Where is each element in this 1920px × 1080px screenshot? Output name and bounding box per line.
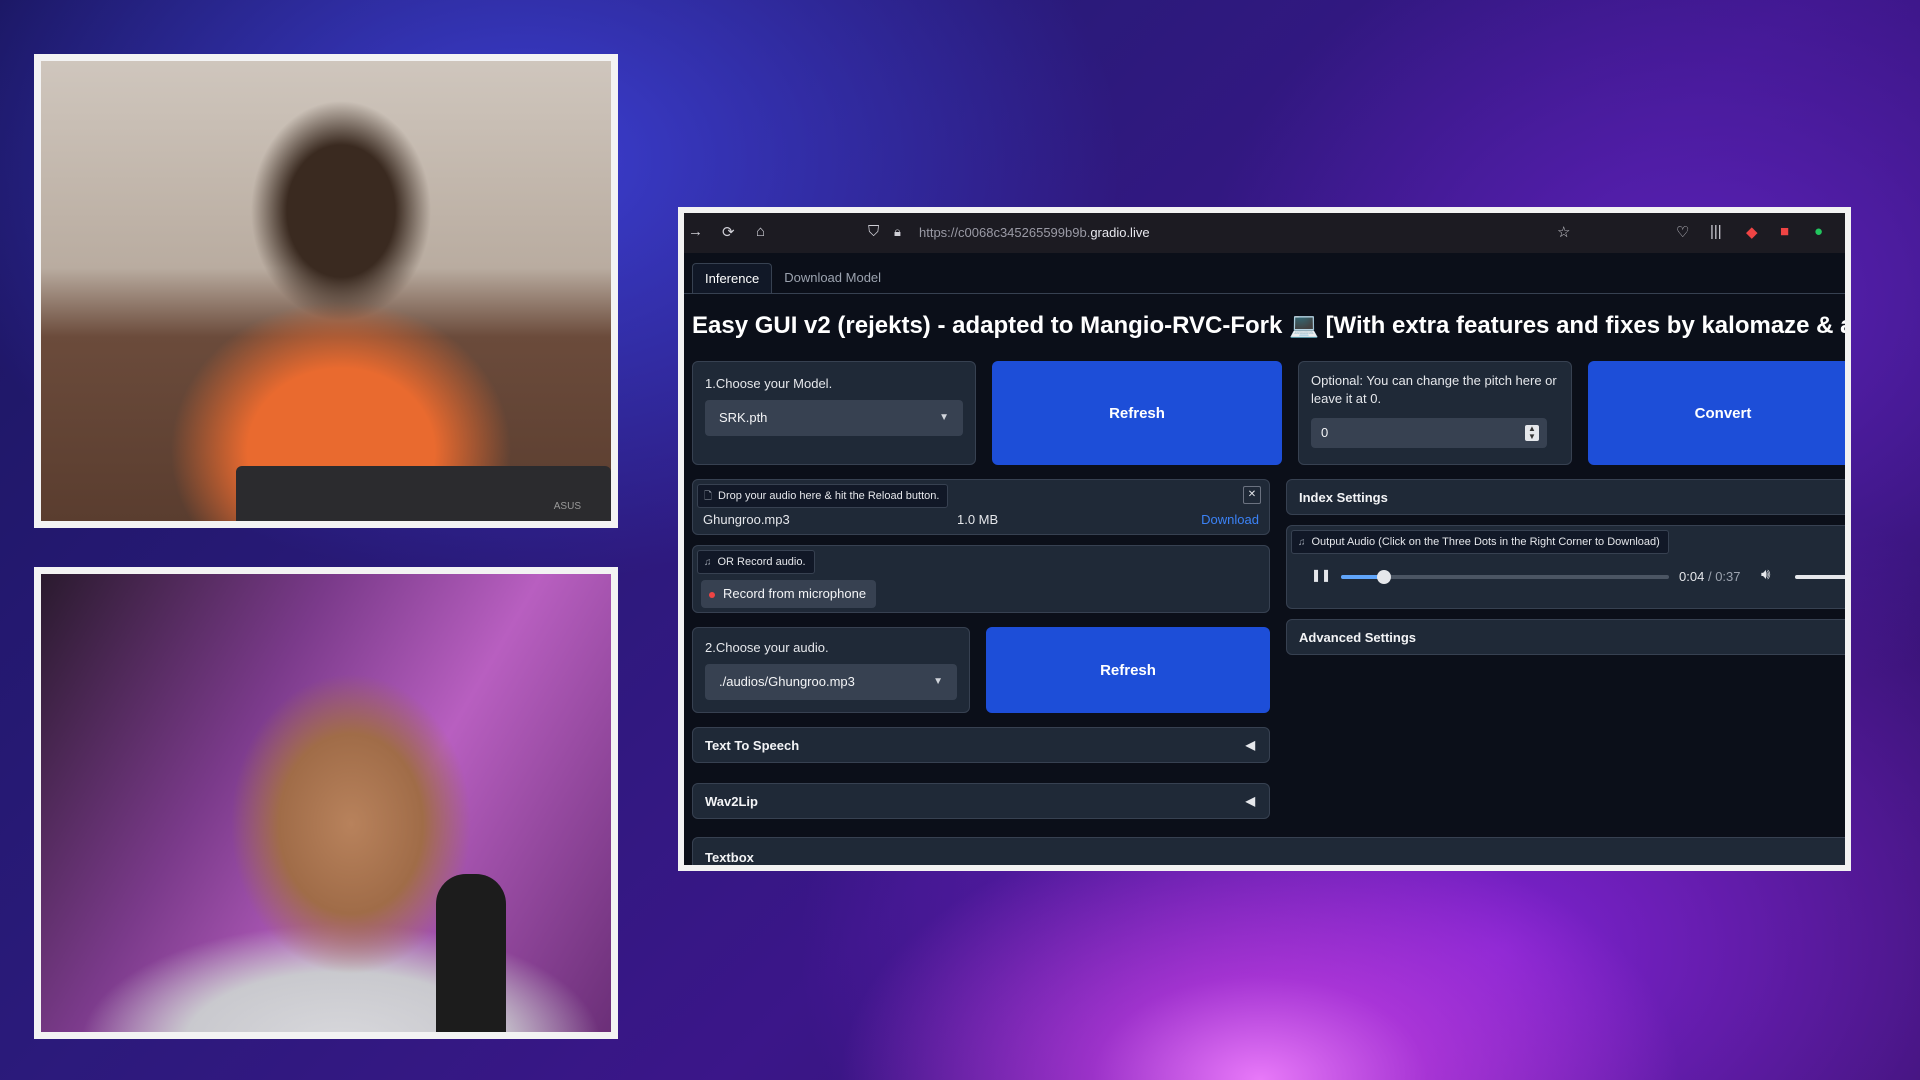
model-selected: SRK.pth: [719, 410, 768, 425]
text-to-speech-label: Text To Speech: [705, 737, 800, 753]
close-icon[interactable]: ✕: [1243, 486, 1261, 504]
browser-window: → ⟳ ⌂ ⛉ 🔒︎ https://c0068c345265599b9b.gr…: [678, 207, 1851, 871]
pause-icon[interactable]: ❚❚: [1311, 568, 1331, 582]
model-panel: 1.Choose your Model. SRK.pth ▼: [692, 361, 976, 465]
record-label: ♫ OR Record audio.: [697, 550, 815, 574]
record-panel: ♫ OR Record audio. Record from microphone: [692, 545, 1270, 613]
audio-dropdown[interactable]: ./audios/Ghungroo.mp3 ▼: [705, 664, 957, 700]
home-icon[interactable]: ⌂: [756, 223, 765, 240]
microphone: [436, 874, 506, 1032]
grammarly-icon[interactable]: ●: [1814, 223, 1823, 240]
refresh-audio-button[interactable]: Refresh: [986, 627, 1270, 713]
page-title: Easy GUI v2 (rejekts) - adapted to Mangi…: [692, 312, 1851, 339]
music-note-icon: ♫: [704, 557, 712, 568]
text-to-speech-accordion[interactable]: Text To Speech ◀: [692, 727, 1270, 763]
collapse-triangle-icon: ◀: [1245, 738, 1255, 752]
volume-slider[interactable]: [1795, 575, 1845, 579]
wav2lip-accordion[interactable]: Wav2Lip ◀: [692, 783, 1270, 819]
output-audio-label: ♫ Output Audio (Click on the Three Dots i…: [1291, 530, 1669, 554]
bookmark-star-icon[interactable]: ☆: [1557, 223, 1570, 241]
index-settings-accordion[interactable]: Index Settings: [1286, 479, 1845, 515]
audio-select-panel: 2.Choose your audio. ./audios/Ghungroo.m…: [692, 627, 970, 713]
audio-upload-panel[interactable]: 🗋 Drop your audio here & hit the Reload b…: [692, 479, 1270, 535]
pitch-label: Optional: You can change the pitch here …: [1311, 373, 1557, 406]
pitch-value: 0: [1321, 425, 1329, 440]
audio-file-size: 1.0 MB: [957, 512, 999, 527]
shield-icon[interactable]: ⛉: [868, 223, 879, 240]
forward-icon[interactable]: →: [688, 223, 703, 240]
record-from-microphone-button[interactable]: Record from microphone: [701, 580, 877, 608]
gradio-app: Inference Download Model Easy GUI v2 (re…: [684, 253, 1845, 865]
tab-inference[interactable]: Inference: [692, 263, 773, 294]
browser-toolbar: → ⟳ ⌂ ⛉ 🔒︎ https://c0068c345265599b9b.gr…: [684, 213, 1845, 253]
file-icon: 🗋: [704, 491, 713, 502]
extension-red-icon[interactable]: ◆: [1746, 223, 1758, 241]
laptop-logo: ASUS: [553, 501, 581, 512]
advanced-settings-accordion[interactable]: Advanced Settings: [1286, 619, 1845, 655]
address-bar[interactable]: https://c0068c345265599b9b.gradio.live: [919, 225, 1150, 240]
audio-download-link[interactable]: Download: [1201, 512, 1259, 527]
model-label: 1.Choose your Model.: [705, 376, 833, 391]
webcam-feed-bottom: [34, 567, 618, 1039]
pitch-panel: Optional: You can change the pitch here …: [1298, 361, 1572, 465]
extension-badge-icon[interactable]: ■: [1780, 223, 1789, 240]
audio-upload-label: 🗋 Drop your audio here & hit the Reload b…: [697, 484, 949, 508]
volume-level: [1795, 575, 1845, 579]
record-dot-icon: [709, 591, 715, 598]
audio-seek-bar[interactable]: [1341, 570, 1669, 584]
music-note-icon: ♫: [1298, 537, 1306, 548]
chevron-down-icon: ▼: [933, 676, 943, 687]
textbox-label: Textbox: [705, 850, 754, 865]
url-prefix: https://c0068c345265599b9b.: [919, 225, 1091, 240]
tab-bar: Inference Download Model: [692, 263, 893, 294]
library-icon[interactable]: |||: [1710, 223, 1722, 240]
audio-selected: ./audios/Ghungroo.mp3: [719, 674, 855, 689]
webcam-feed-top: ASUS: [34, 54, 618, 528]
tab-divider: [684, 293, 1845, 294]
model-dropdown[interactable]: SRK.pth ▼: [705, 400, 963, 436]
current-time: 0:04: [1679, 569, 1705, 584]
lock-icon[interactable]: 🔒︎: [894, 224, 901, 240]
refresh-model-button[interactable]: Refresh: [992, 361, 1282, 465]
total-time: 0:37: [1715, 569, 1741, 584]
convert-button[interactable]: Convert: [1588, 361, 1845, 465]
chevron-down-icon: ▼: [939, 412, 949, 423]
spinner-icon[interactable]: ▲ ▼: [1525, 425, 1539, 441]
laptop: ASUS: [236, 466, 611, 521]
tab-download-model[interactable]: Download Model: [772, 263, 893, 293]
pitch-input[interactable]: 0 ▲ ▼: [1311, 418, 1547, 448]
reload-icon[interactable]: ⟳: [722, 223, 735, 241]
pocket-icon[interactable]: ♡: [1676, 223, 1689, 241]
textbox-section[interactable]: Textbox: [692, 837, 1845, 865]
volume-icon[interactable]: 🔊︎: [1761, 566, 1770, 583]
seek-handle[interactable]: [1376, 570, 1391, 584]
url-domain: gradio.live: [1090, 225, 1150, 240]
audio-time: 0:04 / 0:37: [1679, 569, 1741, 584]
audio-select-label: 2.Choose your audio.: [705, 640, 829, 655]
collapse-triangle-icon: ◀: [1245, 794, 1255, 808]
wav2lip-label: Wav2Lip: [705, 793, 758, 809]
audio-file-name: Ghungroo.mp3: [703, 512, 790, 527]
output-audio-panel: ♫ Output Audio (Click on the Three Dots i…: [1286, 525, 1845, 609]
